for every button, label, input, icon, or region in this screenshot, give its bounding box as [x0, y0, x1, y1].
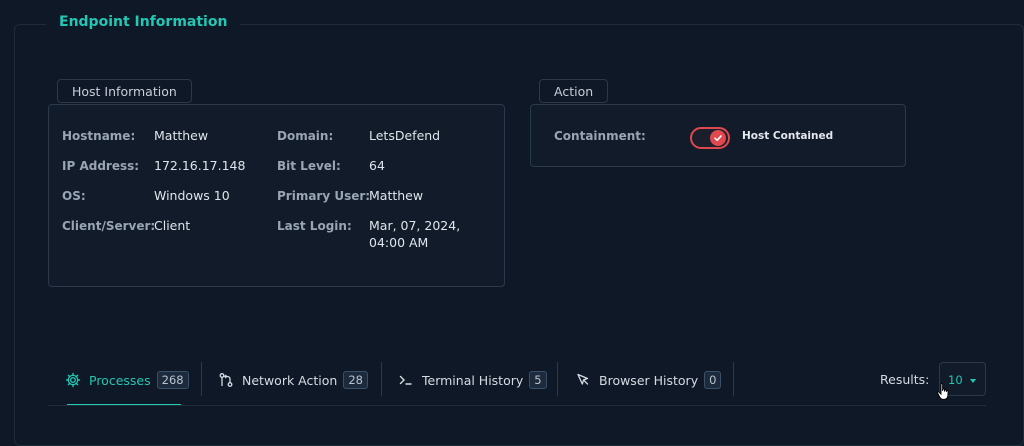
tab-browser-history-count: 0 [704, 371, 722, 389]
client-server-label: Client/Server: [62, 219, 156, 233]
domain-value: LetsDefend [369, 128, 441, 143]
tab-processes[interactable]: Processes 268 [65, 368, 189, 392]
containment-toggle[interactable] [690, 127, 730, 149]
ip-value: 172.16.17.148 [154, 158, 246, 173]
tab-processes-count: 268 [156, 371, 189, 389]
tab-terminal-history[interactable]: Terminal History 5 [398, 368, 547, 392]
ip-label: IP Address: [62, 159, 140, 173]
bit-level-label: Bit Level: [277, 159, 341, 173]
toggle-status-text: Host Contained [742, 130, 834, 142]
primary-user-label: Primary User: [277, 189, 371, 203]
last-login-label: Last Login: [277, 219, 352, 233]
terminal-icon [398, 372, 414, 388]
domain-label: Domain: [277, 129, 334, 143]
tab-separator [201, 362, 202, 396]
client-server-value: Client [154, 218, 191, 233]
tab-processes-label: Processes [89, 372, 151, 388]
tab-separator [557, 362, 558, 396]
hand-cursor-icon [936, 382, 952, 406]
action-tab: Action [539, 79, 609, 103]
chevron-down-icon [970, 379, 976, 383]
bit-level-value: 64 [369, 158, 385, 173]
check-icon [710, 130, 726, 146]
tab-terminal-history-count: 5 [529, 371, 547, 389]
hostname-label: Hostname: [62, 129, 136, 143]
gear-icon [65, 372, 81, 388]
tab-separator [733, 362, 734, 396]
tab-terminal-history-label: Terminal History [422, 372, 524, 388]
tab-network-action-label: Network Action [242, 372, 338, 388]
os-label: OS: [62, 189, 86, 203]
last-login-value: Mar, 07, 2024, 04:00 AM [369, 218, 461, 250]
containment-label: Containment: [554, 129, 646, 143]
tabs-divider [48, 405, 986, 406]
results-label: Results: [880, 372, 930, 387]
panel-title: Endpoint Information [46, 14, 241, 30]
host-info-tab: Host Information [57, 79, 192, 103]
hostname-value: Matthew [154, 128, 209, 143]
tab-browser-history-label: Browser History [599, 372, 699, 388]
tab-browser-history[interactable]: Browser History 0 [575, 368, 722, 392]
tab-separator [381, 362, 382, 396]
pointer-icon [575, 372, 591, 388]
tab-network-action[interactable]: Network Action 28 [218, 368, 368, 392]
git-branch-icon [218, 372, 234, 388]
tab-network-action-count: 28 [343, 371, 368, 389]
os-value: Windows 10 [154, 188, 230, 203]
primary-user-value: Matthew [369, 188, 424, 203]
